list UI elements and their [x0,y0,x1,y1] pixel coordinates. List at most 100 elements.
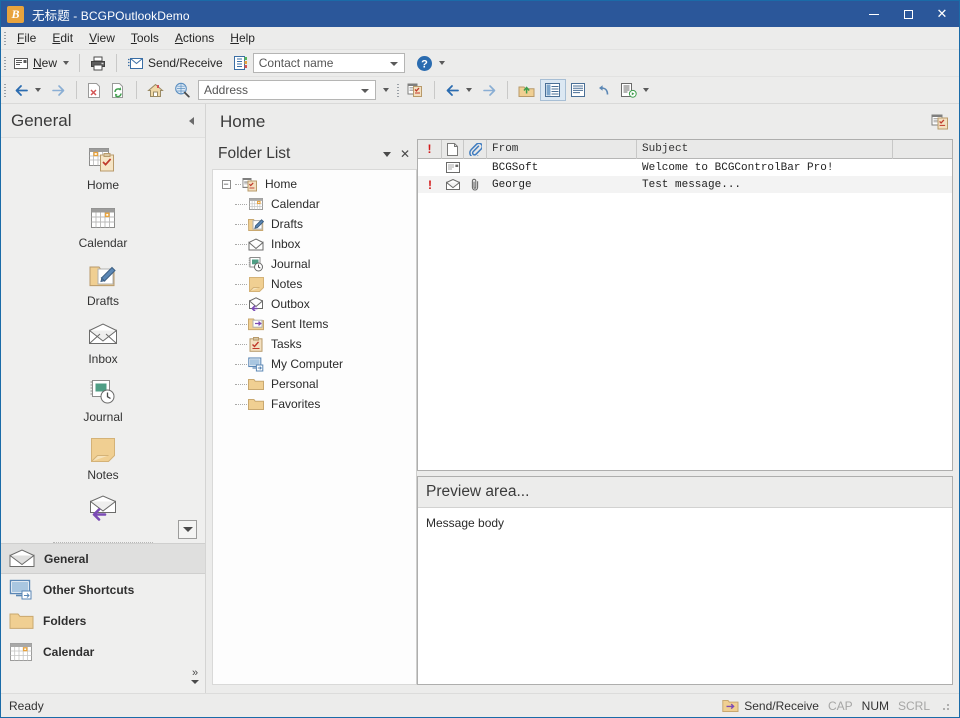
undo-button[interactable] [591,79,616,101]
help-dropdown-caret[interactable] [438,61,445,65]
minimize-button[interactable] [857,1,891,27]
outlook-bar-collapse-button[interactable] [183,112,199,130]
contact-name-value: Contact name [258,56,334,70]
address-input[interactable]: Address [198,80,376,100]
outlook-page-folders[interactable]: Folders [1,605,205,636]
column-subject[interactable]: Subject [637,140,893,159]
column-importance[interactable]: ! [418,140,442,159]
chevron-down-icon[interactable] [361,89,369,93]
message-row-1[interactable]: ! George Test message... [418,176,952,193]
outlook-bar-more-button[interactable]: » [191,668,199,684]
advanced-toolbar-gripper[interactable] [394,77,402,103]
folder-tree-item-calendar[interactable]: Calendar [213,194,416,214]
outlook-bar-expand-button[interactable] [178,520,197,539]
web-back-dropdown-caret[interactable] [35,88,41,92]
folder-tree-item-my-computer[interactable]: My Computer [213,354,416,374]
send-receive-button[interactable]: Send/Receive [122,52,228,74]
status-cap-indicator[interactable]: CAP [828,699,853,713]
print-button[interactable] [85,52,111,74]
menu-tools[interactable]: Tools [123,28,167,48]
column-message-type[interactable] [442,140,464,159]
standard-toolbar-gripper[interactable] [1,50,9,76]
shortcut-calendar[interactable]: Calendar [1,202,205,260]
maximize-button[interactable] [891,1,925,27]
column-filler[interactable] [893,140,952,159]
nav-back-button[interactable] [440,79,477,101]
message-type [442,176,464,193]
new-dropdown-caret[interactable] [63,61,70,65]
outlook-today-button[interactable] [402,79,429,101]
menu-file[interactable]: File [9,28,44,48]
folder-list-toggle-button[interactable] [540,79,566,101]
svg-text:?: ? [421,58,428,70]
menu-view[interactable]: View [81,28,123,48]
search-web-button[interactable] [169,79,195,101]
folder-tree-item-notes[interactable]: Notes [213,274,416,294]
address-book-icon [233,56,248,70]
shortcut-home[interactable]: Home [1,144,205,202]
nav-back-dropdown-caret[interactable] [466,88,472,92]
address-overflow-caret[interactable] [383,88,389,92]
contact-name-input[interactable]: Contact name [252,53,405,73]
nav-forward-button[interactable] [477,79,502,101]
status-ready-text: Ready [9,698,44,713]
toolbar-separator [434,81,435,99]
shortcut-journal-label: Journal [83,410,123,424]
folder-tree-item-sent-items[interactable]: Sent Items [213,314,416,334]
status-send-receive[interactable]: Send/Receive [722,698,819,713]
folder-tree-item-journal[interactable]: Journal [213,254,416,274]
shortcut-outbox[interactable] [1,492,205,543]
window-title: 无标题 - BCGPOutlookDemo [32,5,190,24]
new-button[interactable]: New [9,52,74,74]
message-row-0[interactable]: BCGSoft Welcome to BCGControlBar Pro! [418,159,952,176]
menu-actions[interactable]: Actions [167,28,222,48]
outlook-page-calendar[interactable]: Calendar [1,636,205,667]
outlook-page-other-shortcuts[interactable]: Other Shortcuts [1,574,205,605]
my-computer-icon [247,356,265,372]
web-toolbar: Address [1,77,959,104]
folder-tree-item-inbox[interactable]: Inbox [213,234,416,254]
start-page-button[interactable] [142,79,169,101]
collapse-expander-icon[interactable]: − [221,179,231,189]
web-toolbar-gripper[interactable] [1,77,9,103]
up-one-level-button[interactable] [513,79,540,101]
menu-help[interactable]: Help [222,28,263,48]
folder-tree-item-personal[interactable]: Personal [213,374,416,394]
rules-wizard-button[interactable] [616,79,654,101]
column-from[interactable]: From [487,140,637,159]
folder-tree-item-favorites[interactable]: Favorites [213,394,416,414]
folder-list-pane: Folder List ✕ − Home Calendar Drafts Inb… [212,139,417,685]
shortcut-journal[interactable]: Journal [1,376,205,434]
status-scrl-indicator[interactable]: SCRL [898,699,930,713]
stop-button[interactable] [82,79,106,101]
folder-list-close-button[interactable]: ✕ [397,146,413,162]
folder-tree-item-outbox[interactable]: Outbox [213,294,416,314]
menu-bar-gripper[interactable] [1,27,9,49]
shortcut-drafts[interactable]: Drafts [1,260,205,318]
chevron-down-icon[interactable] [389,62,398,66]
printer-icon [90,56,106,71]
menu-edit[interactable]: Edit [44,28,81,48]
folder-list-menu-button[interactable] [379,146,395,162]
refresh-button[interactable] [106,79,131,101]
folder-tree-item-drafts[interactable]: Drafts [213,214,416,234]
status-num-indicator[interactable]: NUM [862,699,889,713]
folder-tree-item-tasks[interactable]: Tasks [213,334,416,354]
web-forward-button[interactable] [46,79,71,101]
outlook-today-icon[interactable] [931,113,949,130]
close-button[interactable]: ✕ [925,1,959,27]
preview-pane-toggle-button[interactable] [566,79,591,101]
tree-expander-slot[interactable]: − [217,179,235,189]
resize-grip-icon[interactable] [939,700,951,712]
shortcut-inbox[interactable]: Inbox [1,318,205,376]
shortcut-notes[interactable]: Notes [1,434,205,492]
address-book-button[interactable] [228,52,253,74]
help-button[interactable]: ? [411,52,450,74]
column-subject-label: Subject [642,143,689,155]
web-back-button[interactable] [9,79,46,101]
rules-dropdown-caret[interactable] [643,88,649,92]
column-attachment[interactable] [464,140,487,159]
outlook-page-general[interactable]: General [1,543,205,574]
shortcut-drafts-label: Drafts [86,294,119,308]
folder-tree-root[interactable]: − Home [213,174,416,194]
